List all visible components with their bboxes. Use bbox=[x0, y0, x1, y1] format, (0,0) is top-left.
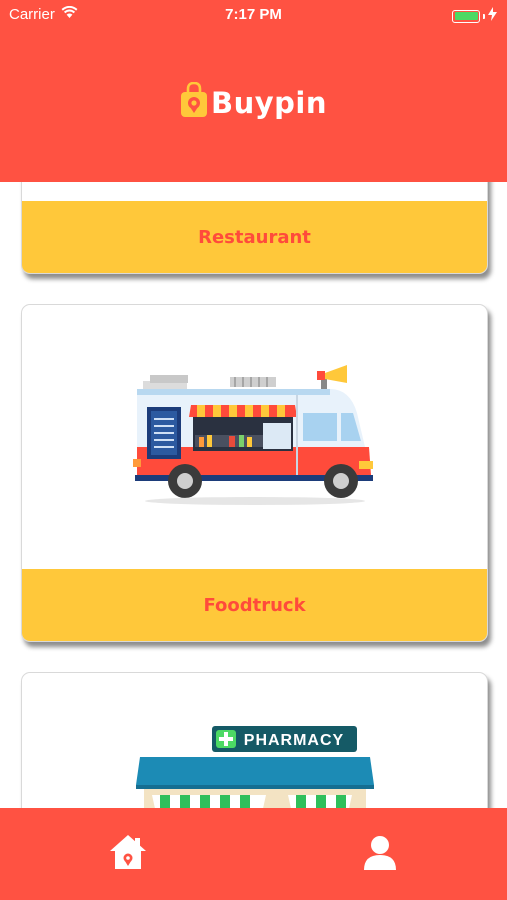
status-bar: Carrier 7:17 PM bbox=[0, 0, 507, 30]
status-right bbox=[452, 7, 497, 25]
battery-tip bbox=[483, 13, 485, 19]
shopping-bag-pin-icon bbox=[180, 81, 208, 123]
foodtruck-image bbox=[22, 305, 487, 571]
profile-icon bbox=[360, 832, 400, 877]
tab-home[interactable] bbox=[104, 830, 152, 878]
home-icon bbox=[108, 832, 148, 877]
pharmacy-sign-text: PHARMACY bbox=[243, 732, 343, 749]
pharmacy-image: PHARMACY bbox=[22, 701, 487, 821]
app-header: Carrier 7:17 PM Buypin bbox=[0, 0, 507, 182]
battery-icon bbox=[452, 9, 480, 23]
app-screen: Restaurant Foodtruck PHARMACY Carrier 7:… bbox=[0, 0, 507, 900]
category-label: Restaurant bbox=[22, 201, 487, 273]
category-label: Foodtruck bbox=[22, 569, 487, 641]
bottom-tab-bar bbox=[0, 808, 507, 900]
charging-icon bbox=[488, 7, 497, 25]
battery-fill bbox=[454, 12, 478, 20]
app-logo: Buypin bbox=[0, 81, 507, 123]
app-name: Buypin bbox=[211, 85, 327, 120]
tab-profile[interactable] bbox=[356, 830, 404, 878]
status-time: 7:17 PM bbox=[225, 6, 282, 23]
category-card-foodtruck[interactable]: Foodtruck bbox=[21, 304, 488, 642]
